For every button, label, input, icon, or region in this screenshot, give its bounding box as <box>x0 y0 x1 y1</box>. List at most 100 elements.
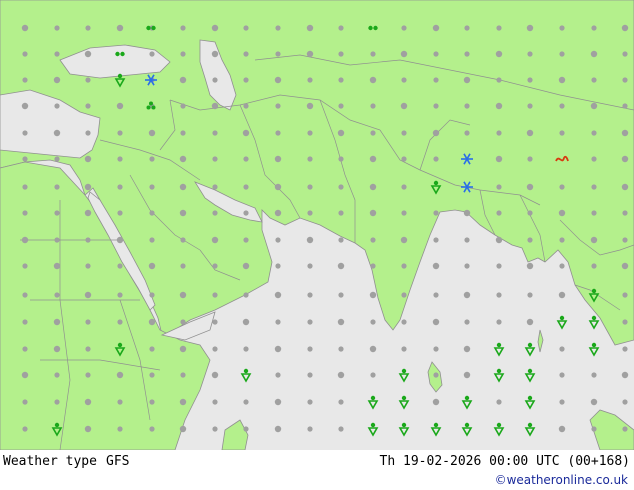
cloud-dot-icon <box>496 263 502 269</box>
cloud-dot-icon <box>527 103 533 109</box>
cloud-dot-icon <box>180 103 186 109</box>
cloud-dot-icon <box>53 76 61 84</box>
cloud-dot-icon <box>243 51 249 57</box>
cloud-dot-icon <box>463 291 471 299</box>
cloud-dot-icon <box>495 236 503 244</box>
cloud-dot-icon <box>432 24 440 32</box>
cloud-dot-icon <box>558 291 566 299</box>
cloud-dot-icon <box>84 398 92 406</box>
cloud-dot-icon <box>495 155 503 163</box>
cloud-dot-icon <box>307 263 313 269</box>
cloud-dot-icon <box>496 77 502 83</box>
cloud-dot-icon <box>307 210 313 216</box>
cloud-dot-icon <box>621 24 629 32</box>
cloud-dot-icon <box>464 130 470 136</box>
cloud-dot-icon <box>559 372 565 378</box>
cloud-dot-icon <box>22 51 28 57</box>
cloud-dot-icon <box>400 102 408 110</box>
cloud-dot-icon <box>84 209 92 217</box>
cloud-dot-icon <box>591 184 597 190</box>
cloud-dot-icon <box>621 371 629 379</box>
cloud-dot-icon <box>306 50 314 58</box>
cloud-dot-icon <box>148 262 156 270</box>
cloud-dot-icon <box>116 24 124 32</box>
cloud-dot-icon <box>369 291 377 299</box>
cloud-dot-icon <box>53 318 61 326</box>
cloud-dot-icon <box>22 130 28 136</box>
cloud-dot-icon <box>307 184 313 190</box>
cloud-dot-icon <box>116 102 124 110</box>
cloud-dot-icon <box>179 425 187 433</box>
cloud-dot-icon <box>211 236 219 244</box>
cloud-dot-icon <box>84 425 92 433</box>
cloud-dot-icon <box>527 292 533 298</box>
cloud-dot-icon <box>212 346 218 352</box>
cloud-dot-icon <box>180 319 186 325</box>
cloud-dot-icon <box>243 292 249 298</box>
cloud-dot-icon <box>243 184 249 190</box>
cloud-dot-icon <box>53 345 61 353</box>
cloud-dot-icon <box>370 237 376 243</box>
cloud-dot-icon <box>54 25 60 31</box>
cloud-dot-icon <box>179 209 187 217</box>
cloud-dot-icon <box>180 263 186 269</box>
cloud-dot-icon <box>117 130 123 136</box>
cloud-dot-icon <box>149 210 155 216</box>
cloud-dot-icon <box>54 372 60 378</box>
cloud-dot-icon <box>401 346 407 352</box>
cloud-dot-icon <box>243 210 249 216</box>
cloud-dot-icon <box>496 292 502 298</box>
model-label: GFS <box>106 454 130 469</box>
cloud-dot-icon <box>307 156 313 162</box>
cloud-dot-icon <box>401 263 407 269</box>
cloud-dot-icon <box>307 292 313 298</box>
cloud-dot-icon <box>527 210 533 216</box>
cloud-dot-icon <box>622 77 628 83</box>
cloud-dot-icon <box>243 346 249 352</box>
cloud-dot-icon <box>117 292 123 298</box>
cloud-dot-icon <box>527 77 533 83</box>
cloud-dot-icon <box>559 25 565 31</box>
cloud-dot-icon <box>464 237 470 243</box>
cloud-dot-icon <box>180 25 186 31</box>
cloud-dot-icon <box>149 346 155 352</box>
cloud-dot-icon <box>527 51 533 57</box>
cloud-dot-icon <box>22 346 28 352</box>
cloud-dot-icon <box>22 77 28 83</box>
cloud-dot-icon <box>117 399 123 405</box>
cloud-dot-icon <box>463 76 471 84</box>
cloud-dot-icon <box>464 25 470 31</box>
cloud-dot-icon <box>590 398 598 406</box>
cloud-dot-icon <box>117 184 123 190</box>
cloud-dot-icon <box>307 319 313 325</box>
cloud-dot-icon <box>622 319 628 325</box>
cloud-dot-icon <box>369 209 377 217</box>
cloud-dot-icon <box>433 237 439 243</box>
cloud-dot-icon <box>242 129 250 137</box>
cloud-dot-icon <box>22 263 28 269</box>
cloud-dot-icon <box>622 399 628 405</box>
cloud-dot-icon <box>401 25 407 31</box>
cloud-dot-icon <box>622 346 628 352</box>
cloud-dot-icon <box>243 103 249 109</box>
cloud-dot-icon <box>337 129 345 137</box>
cloud-dot-icon <box>307 399 313 405</box>
cloud-dot-icon <box>338 426 344 432</box>
cloud-dot-icon <box>338 77 344 83</box>
cloud-dot-icon <box>274 291 282 299</box>
cloud-dot-icon <box>463 209 471 217</box>
cloud-dot-icon <box>54 237 60 243</box>
cloud-dot-icon <box>212 77 218 83</box>
cloud-dot-icon <box>591 210 597 216</box>
cloud-dot-icon <box>338 399 344 405</box>
cloud-dot-icon <box>338 25 344 31</box>
cloud-dot-icon <box>337 318 345 326</box>
cloud-dot-icon <box>526 183 534 191</box>
cloud-dot-icon <box>558 425 566 433</box>
credit-link[interactable]: ©weatheronline.co.uk <box>495 473 628 487</box>
cloud-dot-icon <box>211 102 219 110</box>
cloud-dot-icon <box>401 210 407 216</box>
cloud-dot-icon <box>338 346 344 352</box>
cloud-dot-icon <box>401 184 407 190</box>
cloud-dot-icon <box>433 156 439 162</box>
